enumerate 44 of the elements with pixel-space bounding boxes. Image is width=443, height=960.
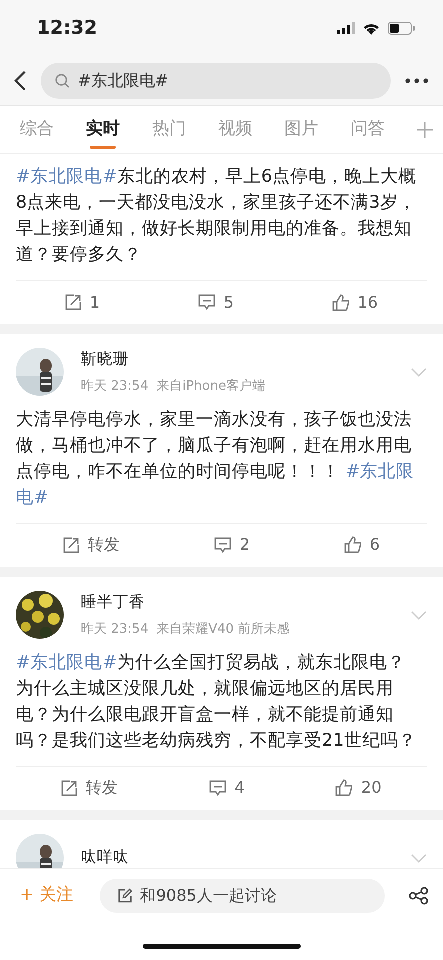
repost-icon <box>64 294 82 311</box>
post-source: 来自荣耀V40 前所未感 <box>156 621 290 639</box>
comment-input[interactable]: 和9085人一起讨论 <box>140 884 367 908</box>
tab[interactable]: 实时 <box>86 106 120 154</box>
like-button[interactable]: 16 <box>332 290 378 314</box>
user-name[interactable]: 睡半丁香 <box>81 590 411 614</box>
like-button[interactable]: 20 <box>335 776 382 800</box>
like-button[interactable]: 6 <box>344 533 380 558</box>
user-name[interactable]: 靳晓珊 <box>81 348 411 372</box>
chevron-down-icon[interactable] <box>411 368 427 378</box>
post-text: #东北限电#为什么全国打贸易战，就东北限电？为什么主城区没限几处，就限偏远地区的居民用电？为什么限电跟开盲盒一样，就不能提前通知吗？是我们这些老幼病残穷，不配享受21世纪吗？ <box>16 652 418 752</box>
post-time: 昨天 23:54 <box>81 621 149 639</box>
thumbs-up-icon <box>332 294 350 312</box>
status-time: 12:32 <box>37 16 98 41</box>
post-text: #东北限电#东北的农村，早上6点停电，晚上大概8点来电，一天都没电没水，家里孩子还不满3岁，早上接到通知，做好长期限制用电的准备。我想知道？要停多久？ <box>16 166 418 267</box>
back-icon[interactable] <box>14 70 27 92</box>
battery-icon <box>388 22 415 34</box>
chevron-down-icon[interactable] <box>411 854 427 863</box>
chevron-down-icon[interactable] <box>411 610 427 620</box>
signal-icon <box>337 22 355 34</box>
search-field[interactable]: #东北限电# <box>41 62 391 98</box>
pen-icon <box>118 888 132 904</box>
comment-button[interactable]: 2 <box>214 533 250 558</box>
search-icon <box>55 72 70 88</box>
comment-icon <box>198 294 216 311</box>
repost-button[interactable]: 转发 <box>61 776 118 800</box>
share-icon[interactable] <box>409 886 429 904</box>
repost-icon <box>61 780 78 796</box>
thumbs-up-icon <box>344 536 362 554</box>
repost-icon <box>62 536 80 554</box>
comment-field[interactable]: 和9085人一起讨论 <box>100 878 385 912</box>
wifi-icon <box>363 22 380 34</box>
post-text: 大清早停电停水，家里一滴水没有，孩子饭也没法做，马桶也冲不了，脑瓜子有泡啊，赶在用水用电点停电，咋不在单位的时间停电呢！！！ #东北限电# <box>16 408 416 510</box>
add-tab-icon[interactable] <box>416 122 433 138</box>
post-time: 昨天 23:54 <box>81 378 149 396</box>
comment-button[interactable]: 4 <box>208 776 245 800</box>
comment-icon <box>214 536 232 554</box>
repost-button[interactable]: 转发 <box>62 533 120 558</box>
repost-button[interactable]: 1 <box>64 290 100 314</box>
post-source: 来自iPhone客户端 <box>156 378 266 396</box>
thumbs-up-icon <box>335 779 354 797</box>
more-icon[interactable] <box>405 78 429 84</box>
comment-icon <box>208 780 227 796</box>
comment-button[interactable]: 5 <box>198 290 234 314</box>
